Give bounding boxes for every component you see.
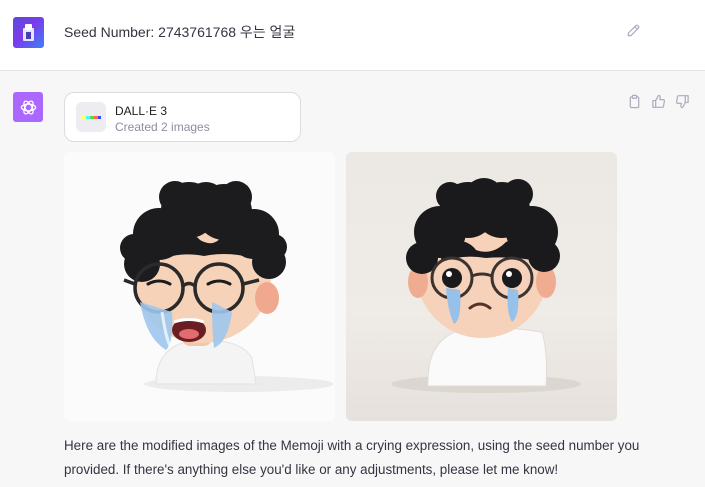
- tool-name: DALL·E 3: [115, 104, 168, 118]
- memoji-crying-frown-illustration: [391, 178, 581, 393]
- tool-status: Created 2 images: [115, 120, 210, 134]
- user-message-row: Seed Number: 2743761768 우는 얼굴: [0, 0, 705, 71]
- assistant-avatar: [13, 92, 43, 122]
- generated-image-1[interactable]: [64, 152, 335, 421]
- assistant-message-row: DALL·E 3 Created 2 images Here are the m…: [0, 72, 705, 487]
- edit-icon[interactable]: [626, 23, 641, 38]
- user-avatar: [13, 17, 44, 48]
- dalle-tool-card[interactable]: DALL·E 3 Created 2 images: [64, 92, 301, 142]
- user-avatar-glyph-icon: [23, 24, 34, 41]
- assistant-reply-text: Here are the modified images of the Memo…: [64, 438, 640, 477]
- memoji-crying-open-mouth-illustration: [120, 181, 334, 392]
- user-message-text: Seed Number: 2743761768 우는 얼굴: [64, 24, 296, 40]
- generated-image-2[interactable]: [346, 152, 617, 421]
- copy-icon[interactable]: [627, 94, 642, 109]
- thumbs-up-icon[interactable]: [651, 94, 666, 109]
- openai-logo-icon: [20, 99, 36, 115]
- thumbs-down-icon[interactable]: [675, 94, 690, 109]
- dalle-icon: [76, 102, 106, 132]
- message-actions: [625, 94, 691, 110]
